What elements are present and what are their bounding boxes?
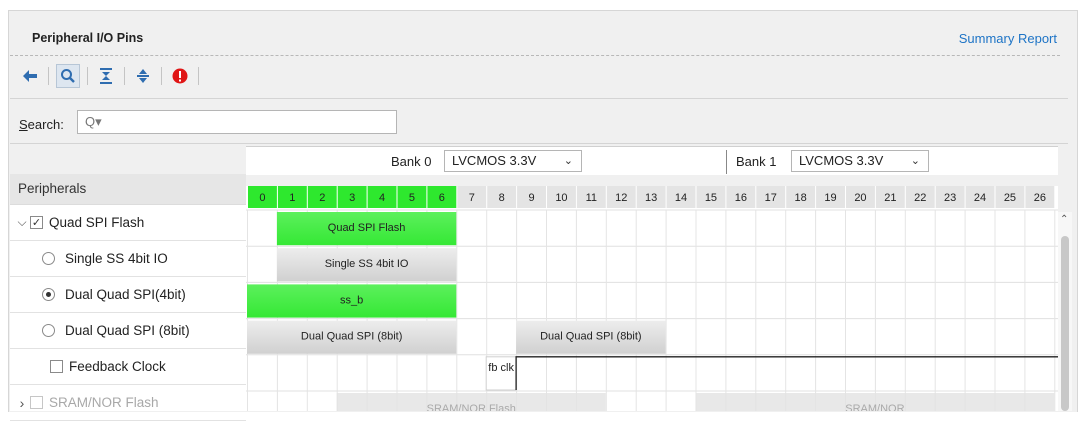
- pin-number: 7: [469, 192, 475, 204]
- toolbar-divider: [10, 98, 1068, 99]
- tree-row[interactable]: Dual Quad SPI(4bit): [10, 277, 246, 313]
- search-divider: [10, 143, 1068, 144]
- toolbar-separator: [161, 67, 162, 85]
- pin-number: 2: [319, 192, 325, 204]
- pin-number: 13: [645, 192, 657, 204]
- pin-block-label: Dual Quad SPI (8bit): [301, 331, 403, 343]
- pin-number: 18: [795, 192, 807, 204]
- pin-number: 26: [1034, 192, 1046, 204]
- pin-block-label: Single SS 4bit IO: [325, 258, 409, 270]
- pin-block-label: Dual Quad SPI (8bit): [540, 331, 642, 343]
- pin-number: 23: [944, 192, 956, 204]
- toolbar-separator: [198, 67, 199, 85]
- pin-number: 1: [289, 192, 295, 204]
- pin-block-label: SRAM/NOR: [845, 403, 904, 411]
- expand-all-icon[interactable]: [129, 64, 157, 88]
- pin-number: 21: [884, 192, 896, 204]
- pin-number: 0: [259, 192, 265, 204]
- pin-block-label: SRAM/NOR Flash: [427, 403, 516, 411]
- pin-number: 5: [409, 192, 415, 204]
- search-input[interactable]: Q▾: [77, 110, 397, 134]
- pin-number: 15: [705, 192, 717, 204]
- pin-number: 20: [854, 192, 866, 204]
- expand-arrow-icon[interactable]: ⌵: [16, 215, 28, 230]
- pin-number: 3: [349, 192, 355, 204]
- bank-0-label: Bank 0: [391, 154, 432, 169]
- pin-number: 10: [555, 192, 567, 204]
- pin-number: 9: [528, 192, 534, 204]
- collapse-all-icon[interactable]: [92, 64, 120, 88]
- radio-button[interactable]: [42, 252, 55, 265]
- checkbox[interactable]: [30, 396, 43, 409]
- toolbar-separator: [87, 67, 88, 85]
- tree-row[interactable]: Single SS 4bit IO: [10, 241, 246, 277]
- radio-button[interactable]: [42, 324, 55, 337]
- search-icon[interactable]: [56, 64, 80, 88]
- pin-number: 25: [1004, 192, 1016, 204]
- bank-1-voltage-select[interactable]: LVCMOS 3.3V ⌄: [791, 150, 929, 172]
- peripherals-header: Peripherals: [10, 174, 246, 205]
- vertical-scrollbar[interactable]: ⌃: [1058, 212, 1072, 411]
- tree-row-label: Quad SPI Flash: [49, 215, 145, 230]
- tree-row[interactable]: ⌵ ✓ Quad SPI Flash: [10, 205, 246, 241]
- tree-row-label: Dual Quad SPI(4bit): [65, 287, 186, 302]
- tree-row-label: Dual Quad SPI (8bit): [65, 323, 190, 338]
- bank-bar: Bank 0 LVCMOS 3.3V ⌄ Bank 1 LVCMOS 3.3V …: [246, 146, 1058, 175]
- tree-row-label: Feedback Clock: [69, 359, 166, 374]
- pin-number: 24: [974, 192, 986, 204]
- bank-1-label: Bank 1: [736, 154, 777, 169]
- header-divider: [10, 55, 1060, 56]
- pin-number: 6: [439, 192, 445, 204]
- pin-block-label: ss_b: [340, 294, 363, 306]
- bank-0-voltage-select[interactable]: LVCMOS 3.3V ⌄: [444, 150, 582, 172]
- pin-number: 14: [675, 192, 687, 204]
- pin-number: 22: [914, 192, 926, 204]
- error-icon[interactable]: [166, 64, 194, 88]
- pin-grid: 0 1 2 3 4 5 6 7 8 9 10 11 12 13 14 15 16 17 18 19 20 21 22 23 24…: [246, 186, 1058, 411]
- pin-number: 8: [499, 192, 505, 204]
- scrollbar-thumb[interactable]: [1061, 236, 1069, 411]
- toolbar-separator: [48, 67, 49, 85]
- tree-row[interactable]: Feedback Clock: [10, 349, 246, 385]
- tree-row-label: SRAM/NOR Flash: [49, 395, 159, 410]
- checkbox[interactable]: ✓: [30, 216, 43, 229]
- pin-number: 17: [765, 192, 777, 204]
- chevron-down-icon: ⌄: [563, 155, 573, 167]
- radio-button[interactable]: [42, 288, 55, 301]
- tree-row[interactable]: › SRAM/NOR Flash: [10, 385, 246, 421]
- summary-report-link[interactable]: Summary Report: [959, 31, 1057, 46]
- pin-block-label: Quad SPI Flash: [328, 222, 406, 234]
- search-label: Search:: [19, 117, 64, 132]
- peripherals-tree: Peripherals ⌵ ✓ Quad SPI Flash Single SS 4b…: [10, 146, 246, 421]
- toolbar-separator: [124, 67, 125, 85]
- panel-title: Peripheral I/O Pins: [32, 31, 144, 45]
- pin-block-label: fb clk: [488, 362, 514, 374]
- fb-clk-connection: [515, 356, 1058, 390]
- checkbox[interactable]: [50, 360, 63, 373]
- tree-row-label: Single SS 4bit IO: [65, 251, 168, 266]
- pin-number: 12: [615, 192, 627, 204]
- pin-number: 11: [586, 192, 597, 204]
- tree-row[interactable]: Dual Quad SPI (8bit): [10, 313, 246, 349]
- toolbar: [16, 64, 203, 88]
- search-dropdown-icon[interactable]: Q▾: [85, 114, 102, 130]
- pin-number: 4: [379, 192, 385, 204]
- pin-number: 19: [824, 192, 836, 204]
- chevron-down-icon: ⌄: [910, 155, 920, 167]
- pin-number: 16: [735, 192, 747, 204]
- bank-divider: [726, 150, 727, 174]
- scroll-up-icon[interactable]: ⌃: [1060, 214, 1068, 225]
- collapse-arrow-icon[interactable]: ›: [16, 395, 28, 411]
- pin-grid-svg: 0 1 2 3 4 5 6 7 8 9 10 11 12 13 14 15 16 17 18 19 20 21 22 23 24…: [246, 186, 1058, 411]
- back-arrow-icon[interactable]: [16, 64, 44, 88]
